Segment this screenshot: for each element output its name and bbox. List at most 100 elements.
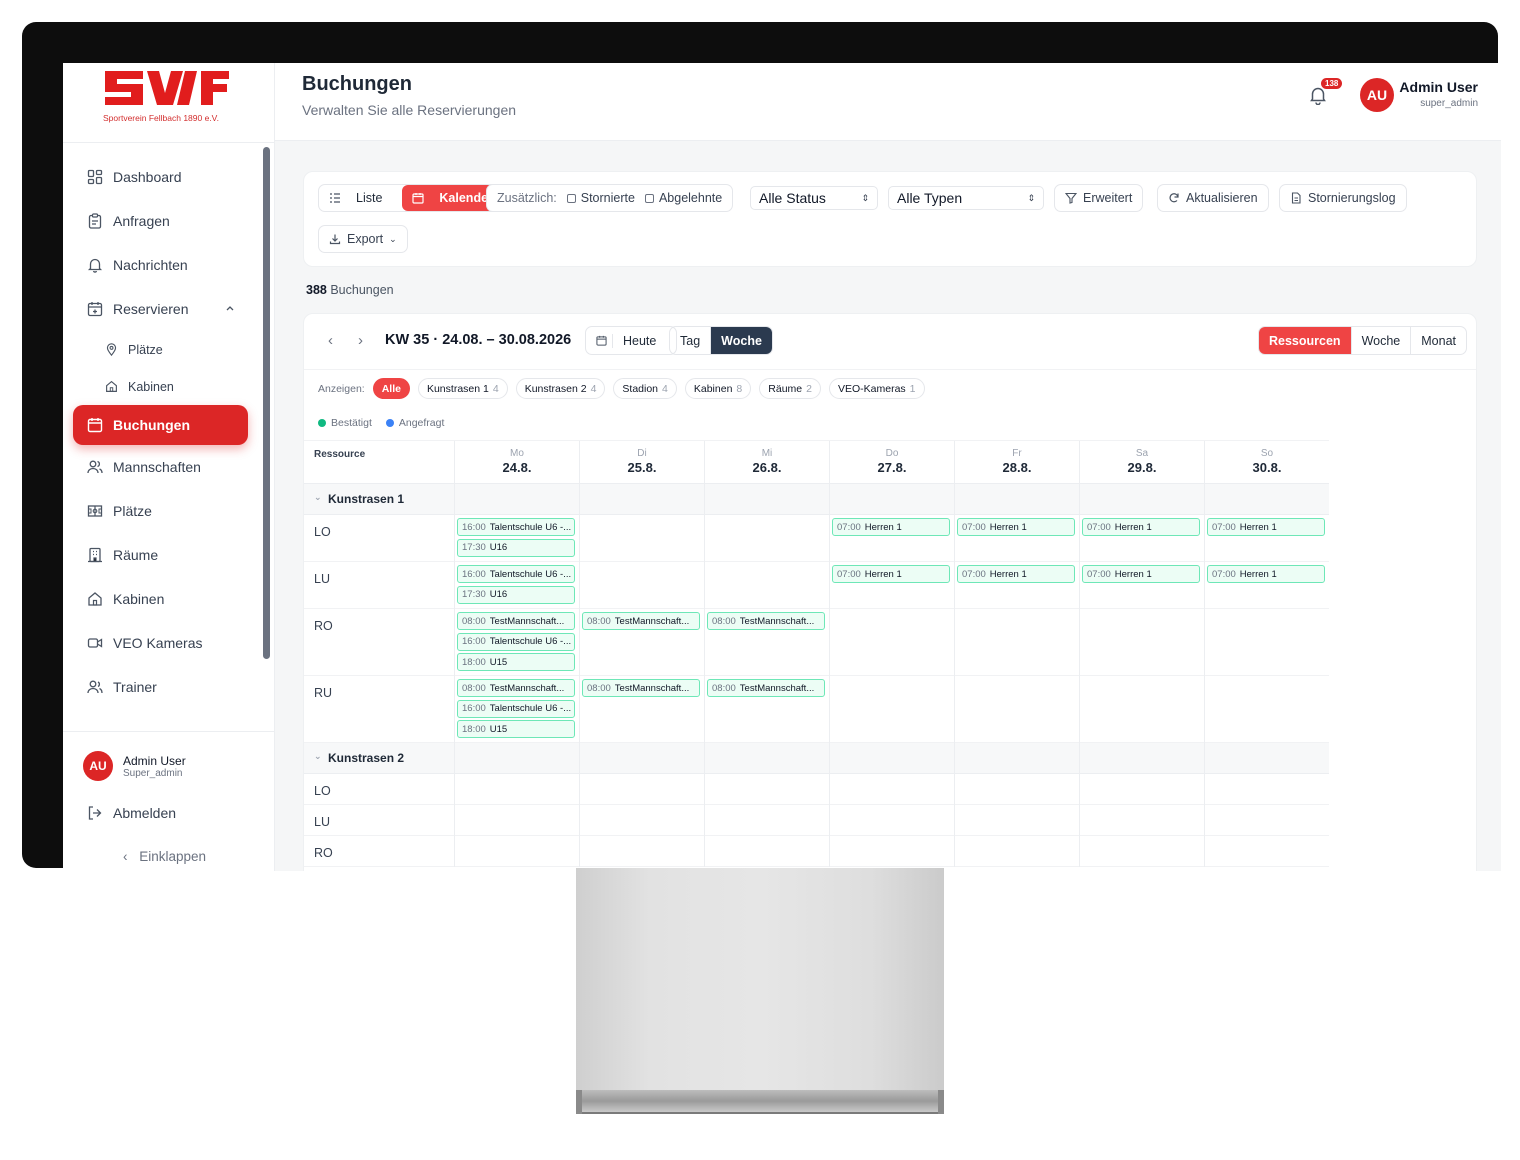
resource-group-label: Kunstrasen 2 <box>328 751 405 765</box>
resource-group-row[interactable]: ⌄ Kunstrasen 1 <box>304 484 1329 515</box>
booking-event[interactable]: 07:00 Herren 1 <box>1082 518 1200 536</box>
next-week-button[interactable]: › <box>358 332 363 349</box>
booking-event[interactable]: 16:00 Talentschule U6 -... <box>457 518 575 536</box>
booking-event[interactable]: 08:00 TestMannschaft... <box>582 679 700 697</box>
club-logo[interactable]: Sportverein Fellbach 1890 e.V. <box>63 63 274 143</box>
filter-chip-stadion[interactable]: Stadion 4 <box>613 378 677 399</box>
booking-event[interactable]: 16:00 Talentschule U6 -... <box>457 632 575 651</box>
grid-header: Ressource Mo 24.8. Di 25.8. Mi 26.8. Do 27.8. Fr… <box>304 440 1329 485</box>
filter-chip-kabinen[interactable]: Kabinen 8 <box>684 378 752 399</box>
day-name: Sa <box>1135 448 1149 459</box>
booking-time: 07:00 <box>837 521 861 533</box>
resources-mode-button[interactable]: Ressourcen <box>1259 327 1351 354</box>
filter-chip-kunstrasen-1[interactable]: Kunstrasen 14 <box>417 378 508 399</box>
resource-label: RO <box>314 846 333 860</box>
previous-week-button[interactable]: ‹ <box>328 332 333 349</box>
field-icon <box>87 505 103 517</box>
video-icon <box>87 638 103 648</box>
booking-event[interactable]: 07:00 Herren 1 <box>1082 565 1200 583</box>
booking-event[interactable]: 17:30 U16 <box>457 538 575 557</box>
booking-event[interactable]: 18:00 U15 <box>457 653 575 671</box>
status-select[interactable]: Alle Status ⇕ <box>750 186 878 210</box>
filter-chip-alle[interactable]: Alle <box>372 378 410 399</box>
sidebar-subitem-kabinen[interactable]: Kabinen <box>63 368 275 405</box>
view-mode-toggle: Liste Kalender <box>318 184 514 212</box>
sidebar-scrollbar[interactable] <box>263 147 270 659</box>
cancel-log-button[interactable]: Stornierungslog <box>1279 184 1407 212</box>
additional-filter-group: Zusätzlich: Stornierte Abgelehnte <box>486 184 734 212</box>
list-view-button[interactable]: Liste <box>319 185 402 211</box>
logout-button[interactable]: Abmelden <box>87 805 176 821</box>
sidebar-item-buchungen[interactable]: Buchungen <box>73 405 248 445</box>
sidebar-item-mannschaften[interactable]: Mannschaften <box>63 445 275 489</box>
today-button[interactable]: Heute <box>585 326 678 355</box>
booking-event[interactable]: 16:00 Talentschule U6 -... <box>457 699 575 718</box>
booking-event[interactable]: 07:00 Herren 1 <box>957 518 1075 536</box>
refresh-button[interactable]: Aktualisieren <box>1157 184 1269 212</box>
booking-event[interactable]: 18:00 U15 <box>457 720 575 738</box>
sidebar-item-label: Dashboard <box>113 169 182 185</box>
rejected-checkbox[interactable] <box>644 193 654 203</box>
week-range-button[interactable]: Woche <box>710 327 772 354</box>
day-name: Mo <box>510 448 524 459</box>
sidebar-subitem-plaetze[interactable]: Plätze <box>63 331 275 368</box>
booking-event[interactable]: 08:00 TestMannschaft... <box>582 612 700 630</box>
booking-event[interactable]: 07:00 Herren 1 <box>1207 565 1325 583</box>
day-column-header[interactable]: Do 27.8. <box>829 441 954 485</box>
booking-title: Herren 1 <box>864 521 902 533</box>
avatar: AU <box>83 751 113 781</box>
cancelled-label[interactable]: Stornierte <box>581 191 635 205</box>
booking-event[interactable]: 08:00 TestMannschaft... <box>707 612 825 630</box>
sidebar-item-anfragen[interactable]: Anfragen <box>63 199 275 243</box>
booking-event[interactable]: 07:00 Herren 1 <box>832 518 950 536</box>
booking-title: TestMannschaft... <box>739 615 815 627</box>
collapse-sidebar-button[interactable]: ‹ Einklappen <box>123 849 206 864</box>
booking-title: U15 <box>489 723 508 735</box>
header-user-name[interactable]: Admin User <box>1399 79 1478 95</box>
sidebar-user[interactable]: AU Admin User Super_admin <box>83 751 186 781</box>
sidebar-item-nachrichten[interactable]: Nachrichten <box>63 243 275 287</box>
sidebar-item-label: Nachrichten <box>113 257 188 273</box>
sidebar-item-plaetze[interactable]: Plätze <box>63 489 275 533</box>
filter-chip-raeume[interactable]: Räume 2 <box>759 378 821 399</box>
booking-time: 17:30 <box>462 589 486 600</box>
booking-event[interactable]: 07:00 Herren 1 <box>832 565 950 583</box>
sidebar-item-veo-kameras[interactable]: VEO Kameras <box>63 621 275 665</box>
week-mode-button[interactable]: Woche <box>1350 327 1411 354</box>
app-screen: Sportverein Fellbach 1890 e.V. Dashboard… <box>63 63 1501 871</box>
booking-event[interactable]: 08:00 TestMannschaft... <box>457 612 575 630</box>
resource-row: LU <box>304 805 1329 836</box>
sidebar-item-dashboard[interactable]: Dashboard <box>63 155 275 199</box>
day-column-header[interactable]: So 30.8. <box>1204 441 1329 485</box>
export-button[interactable]: Export ⌄ <box>318 225 408 253</box>
booking-event[interactable]: 17:30 U16 <box>457 585 575 604</box>
resource-row: LO 16:00 Talentschule U6 -... 17:30 U16 07:00… <box>304 515 1329 562</box>
day-column-header[interactable]: Mo 24.8. <box>454 441 579 485</box>
filter-chip-kunstrasen-2[interactable]: Kunstrasen 24 <box>515 378 606 399</box>
sidebar-item-kabinen[interactable]: Kabinen <box>63 577 275 621</box>
resource-group-row[interactable]: ⌄ Kunstrasen 2 <box>304 743 1329 774</box>
avatar[interactable]: AU <box>1360 78 1394 112</box>
filter-chip-veo-kameras[interactable]: VEO-Kameras 1 <box>828 378 925 399</box>
sidebar-item-raeume[interactable]: Räume <box>63 533 275 577</box>
booking-event[interactable]: 08:00 TestMannschaft... <box>707 679 825 697</box>
advanced-filter-button[interactable]: Erweitert <box>1054 184 1144 212</box>
booking-event[interactable]: 07:00 Herren 1 <box>957 565 1075 583</box>
clipboard-icon <box>88 213 102 229</box>
type-select[interactable]: Alle Typen ⇕ <box>888 186 1044 210</box>
rejected-label[interactable]: Abgelehnte <box>659 191 722 205</box>
day-column-header[interactable]: Sa 29.8. <box>1079 441 1204 485</box>
day-column-header[interactable]: Di 25.8. <box>579 441 704 485</box>
sidebar-item-trainer[interactable]: Trainer <box>63 665 275 709</box>
sidebar-item-reservieren[interactable]: Reservieren <box>63 287 275 331</box>
page-header: Buchungen Verwalten Sie alle Reservierun… <box>275 63 1501 141</box>
month-mode-button[interactable]: Monat <box>1410 327 1466 354</box>
booking-event[interactable]: 16:00 Talentschule U6 -... <box>457 565 575 583</box>
booking-event[interactable]: 07:00 Herren 1 <box>1207 518 1325 536</box>
day-column-header[interactable]: Mi 26.8. <box>704 441 829 485</box>
chevron-up-icon <box>226 306 234 311</box>
booking-event[interactable]: 08:00 TestMannschaft... <box>457 679 575 697</box>
cancelled-checkbox[interactable] <box>566 193 576 203</box>
day-column-header[interactable]: Fr 28.8. <box>954 441 1079 485</box>
day-range-button[interactable]: Tag <box>670 327 710 354</box>
